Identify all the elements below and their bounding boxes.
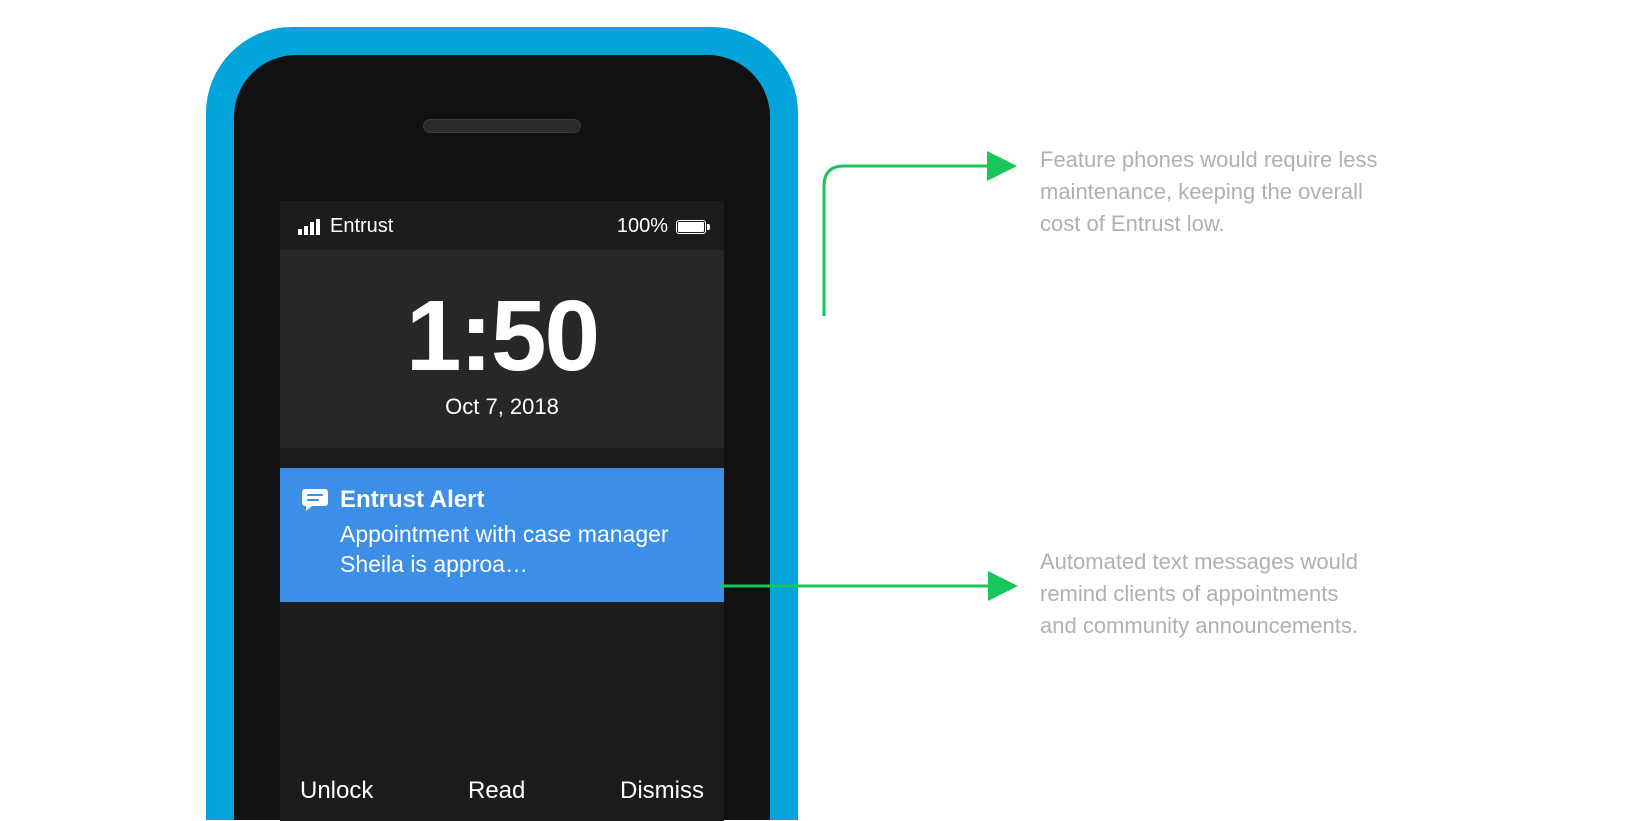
battery-icon bbox=[676, 220, 706, 234]
battery-fill bbox=[678, 222, 704, 232]
softkey-left-unlock[interactable]: Unlock bbox=[300, 777, 373, 805]
phone-screen: Entrust 100% 1:50 Oct 7, 2018 bbox=[280, 201, 724, 821]
notification-card[interactable]: Entrust Alert Appointment with case mana… bbox=[280, 468, 724, 602]
softkey-center-read[interactable]: Read bbox=[373, 777, 620, 805]
annotation-automated-texts: Automated text messages would remind cli… bbox=[1040, 546, 1380, 642]
phone-bezel: Entrust 100% 1:50 Oct 7, 2018 bbox=[234, 55, 770, 820]
lock-screen-clock: 1:50 Oct 7, 2018 bbox=[280, 250, 724, 448]
message-icon bbox=[302, 489, 328, 511]
annotation-feature-phone: Feature phones would require less mainte… bbox=[1040, 144, 1380, 240]
clock-time: 1:50 bbox=[280, 286, 724, 386]
softkey-right-dismiss[interactable]: Dismiss bbox=[620, 777, 704, 805]
callout-arrow-top bbox=[814, 156, 1034, 326]
notification-body: Appointment with case manager Sheila is … bbox=[302, 520, 702, 580]
clock-date: Oct 7, 2018 bbox=[280, 394, 724, 420]
status-bar-right: 100% bbox=[617, 215, 706, 238]
notification-title: Entrust Alert bbox=[340, 486, 484, 514]
softkey-bar: Unlock Read Dismiss bbox=[280, 761, 724, 821]
notification-header: Entrust Alert bbox=[302, 486, 702, 514]
signal-strength-icon bbox=[298, 219, 320, 235]
carrier-label: Entrust bbox=[330, 215, 393, 238]
battery-percent-label: 100% bbox=[617, 215, 668, 238]
phone-speaker-grille bbox=[423, 119, 581, 133]
status-bar: Entrust 100% bbox=[280, 201, 724, 250]
status-bar-left: Entrust bbox=[298, 215, 393, 238]
phone-body: Entrust 100% 1:50 Oct 7, 2018 bbox=[206, 27, 798, 820]
